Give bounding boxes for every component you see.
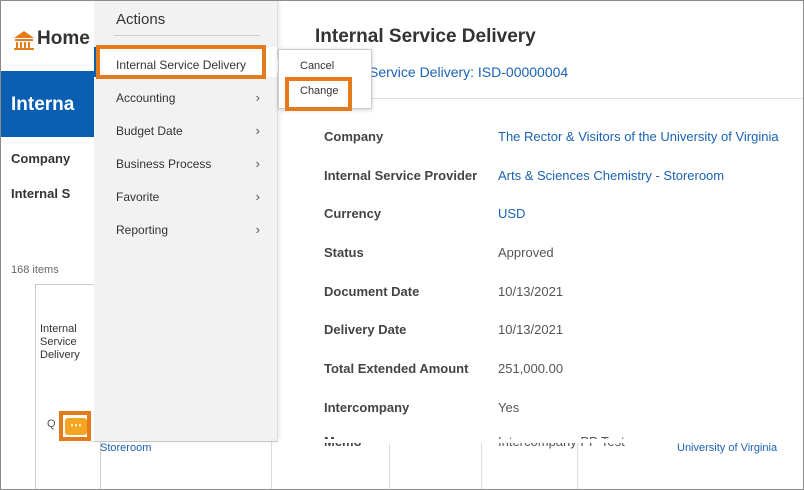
field-label-total-extended-amount: Total Extended Amount	[324, 361, 469, 376]
field-value-isp[interactable]: Arts & Sciences Chemistry - Storeroom	[498, 168, 724, 183]
submenu-cancel[interactable]: Cancel	[300, 60, 334, 72]
menu-item-favorite[interactable]: Favorite ›	[116, 189, 266, 204]
search-icon[interactable]: Q	[47, 418, 56, 430]
page-banner: Interna	[1, 71, 101, 137]
field-label-delivery-date: Delivery Date	[324, 322, 407, 337]
field-value-company[interactable]: The Rector & Visitors of the University …	[498, 129, 779, 144]
field-label-currency: Currency	[324, 206, 382, 221]
page-subtitle[interactable]: Service Delivery: ISD-00000004	[369, 64, 568, 80]
chevron-right-icon: ›	[255, 123, 260, 138]
grid-cell-divider	[481, 442, 482, 489]
chevron-right-icon: ›	[255, 222, 260, 237]
home-header: Home	[1, 1, 101, 71]
field-value-intercompany: Yes	[498, 400, 520, 415]
field-label-status: Status	[324, 245, 364, 260]
app-window: Home Interna Company Internal S 168 item…	[0, 0, 804, 490]
grid-cell-divider	[389, 442, 390, 489]
grid-cell-university[interactable]: University of Virginia	[677, 442, 777, 454]
field-value-document-date: 10/13/2021	[498, 284, 564, 299]
menu-item-budget-date[interactable]: Budget Date ›	[116, 123, 266, 138]
field-label-document-date: Document Date	[324, 284, 420, 299]
chevron-right-icon: ›	[255, 189, 260, 204]
chevron-right-icon: ›	[255, 156, 260, 171]
grid-column-header[interactable]: Internal Service Delivery	[40, 323, 80, 362]
highlight-related-actions	[59, 411, 91, 441]
page-title: Internal Service Delivery	[315, 26, 536, 47]
home-link[interactable]: Home	[37, 28, 90, 50]
company-label: Company	[11, 151, 71, 166]
isp-label: Internal S	[11, 186, 71, 201]
menu-item-accounting[interactable]: Accounting ›	[116, 90, 266, 105]
items-count: 168 items	[11, 264, 59, 276]
actions-divider	[114, 35, 260, 36]
grid-cell-divider	[577, 442, 578, 489]
field-label-isp: Internal Service Provider	[324, 168, 478, 183]
chevron-right-icon: ›	[255, 90, 260, 105]
menu-item-reporting[interactable]: Reporting ›	[116, 222, 266, 237]
grid-cell-divider	[271, 442, 272, 489]
field-label-intercompany: Intercompany	[324, 400, 410, 415]
menu-item-business-process[interactable]: Business Process ›	[116, 156, 266, 171]
actions-title: Actions	[116, 11, 166, 28]
highlight-change	[285, 77, 352, 111]
field-value-total-extended-amount: 251,000.00	[498, 361, 564, 376]
banner-title: Interna	[11, 94, 75, 115]
field-label-company: Company	[324, 129, 384, 144]
field-value-currency[interactable]: USD	[498, 206, 525, 221]
field-value-status: Approved	[498, 245, 554, 260]
panel-cutoff	[278, 439, 803, 443]
field-value-delivery-date: 10/13/2021	[498, 322, 564, 337]
grid-cell-storeroom[interactable]: Storeroom	[100, 442, 151, 454]
highlight-internal-service-delivery	[96, 45, 266, 79]
university-logo-icon[interactable]	[13, 29, 35, 51]
